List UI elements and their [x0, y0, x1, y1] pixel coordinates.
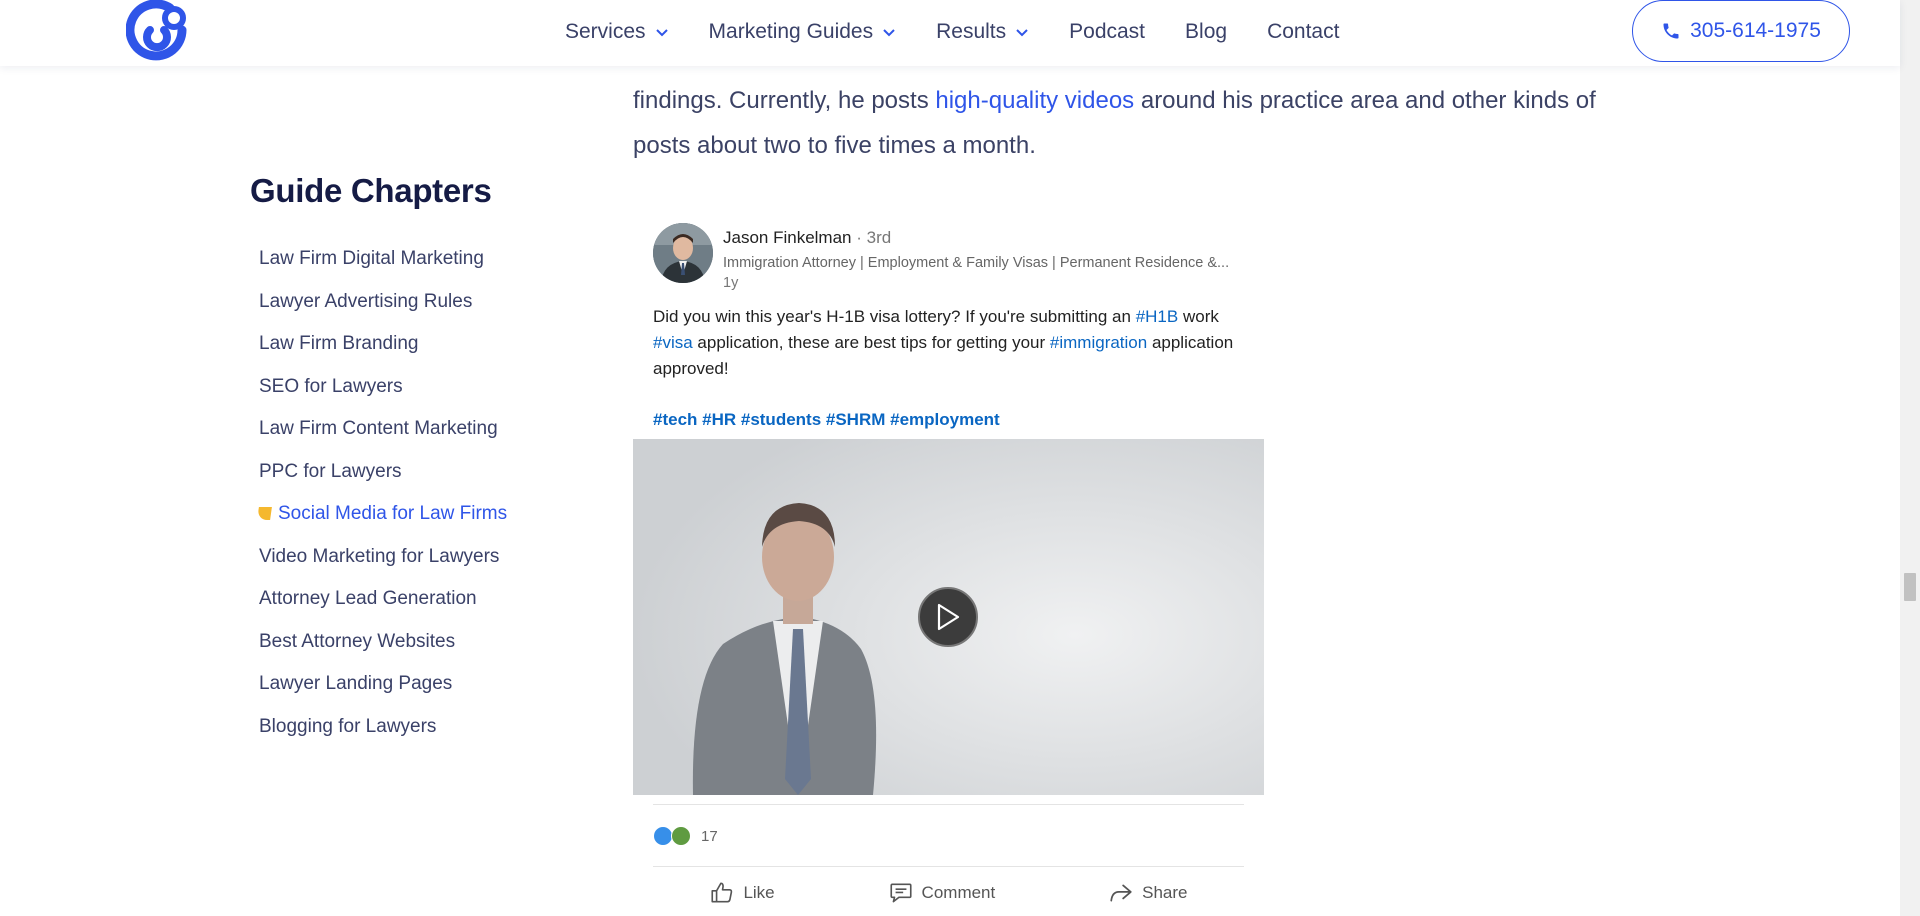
hashtag-link[interactable]: #visa — [653, 333, 693, 352]
chapter-link-active[interactable]: Social Media for Law Firms — [250, 493, 580, 536]
share-label: Share — [1142, 883, 1188, 902]
video-player[interactable] — [633, 439, 1264, 795]
chapter-link[interactable]: Blogging for Lawyers — [250, 706, 580, 749]
share-icon — [1110, 884, 1132, 902]
chapter-link[interactable]: Best Attorney Websites — [250, 621, 580, 664]
chapter-link[interactable]: SEO for Lawyers — [250, 366, 580, 409]
post-text-span: work — [1178, 307, 1219, 326]
nav-services[interactable]: Services — [565, 20, 669, 44]
high-quality-videos-link[interactable]: high-quality videos — [935, 87, 1134, 114]
scrollbar-thumb[interactable] — [1904, 573, 1916, 601]
divider — [653, 866, 1244, 867]
nav-blog-label: Blog — [1185, 20, 1228, 43]
chapter-link[interactable]: Law Firm Digital Marketing — [250, 238, 580, 281]
reactions-summary[interactable]: 17 — [653, 826, 718, 846]
nav-marketing-guides[interactable]: Marketing Guides — [709, 20, 897, 44]
nav-services-label: Services — [565, 20, 646, 43]
site-logo[interactable] — [125, 0, 190, 62]
comment-icon — [889, 883, 912, 903]
post-actions: Like Comment Share — [653, 880, 1244, 906]
nav-podcast-label: Podcast — [1069, 20, 1146, 43]
like-label: Like — [743, 883, 775, 902]
site-header: Services Marketing Guides Results Podcas… — [0, 0, 1900, 66]
phone-button[interactable]: 305-614-1975 — [1632, 0, 1850, 62]
reaction-count: 17 — [701, 827, 718, 845]
article-text-span: findings. Currently, he posts — [633, 87, 936, 114]
post-hashtags[interactable]: #tech #HR #students #SHRM #employment — [653, 410, 1000, 430]
nav-contact[interactable]: Contact — [1267, 20, 1339, 44]
chapter-link[interactable]: PPC for Lawyers — [250, 451, 580, 494]
author-avatar[interactable] — [653, 223, 713, 283]
nav-results-label: Results — [936, 20, 1007, 43]
hashtag-link[interactable]: #immigration — [1050, 333, 1147, 352]
nav-marketing-guides-label: Marketing Guides — [708, 20, 874, 43]
chevron-down-icon — [883, 29, 895, 37]
phone-icon — [1663, 23, 1679, 39]
chevron-down-icon — [655, 29, 668, 37]
guide-chapters-sidebar: Guide Chapters Law Firm Digital Marketin… — [250, 172, 580, 748]
post-body: Did you win this year's H-1B visa lotter… — [653, 304, 1253, 382]
article-line-2: posts about two to five times a month. — [633, 132, 1036, 159]
page-scrollbar[interactable] — [1900, 0, 1920, 916]
comment-label: Comment — [921, 883, 996, 902]
like-button[interactable]: Like — [709, 880, 775, 906]
article-line-1: findings. Currently, he posts high-quali… — [633, 78, 1633, 123]
comment-button[interactable]: Comment — [888, 880, 996, 906]
play-icon — [937, 603, 960, 631]
sidebar-title: Guide Chapters — [250, 172, 492, 209]
active-marker-icon — [257, 507, 272, 520]
nav-podcast[interactable]: Podcast — [1069, 20, 1145, 44]
chapter-link[interactable]: Lawyer Landing Pages — [250, 663, 580, 706]
page: Services Marketing Guides Results Podcas… — [0, 0, 1920, 916]
chapter-link[interactable]: Law Firm Branding — [250, 323, 580, 366]
chapter-link[interactable]: Video Marketing for Lawyers — [250, 536, 580, 579]
divider — [653, 804, 1244, 805]
author-name-row: Jason Finkelman · 3rd — [723, 228, 891, 248]
chapter-link[interactable]: Lawyer Advertising Rules — [250, 281, 580, 324]
nav-blog[interactable]: Blog — [1185, 20, 1227, 44]
hashtag-link[interactable]: #H1B — [1136, 307, 1179, 326]
author-headline: Immigration Attorney | Employment & Fami… — [723, 255, 1230, 271]
phone-number: 305-614-1975 — [1690, 19, 1821, 42]
play-button[interactable] — [918, 587, 978, 647]
post-text-span: Did you win this year's H-1B visa lotter… — [653, 307, 1136, 326]
nav-contact-label: Contact — [1267, 20, 1340, 43]
main-nav: Services Marketing Guides Results Podcas… — [565, 0, 1379, 64]
article-text-span: around his practice area and other kinds… — [1134, 87, 1596, 114]
avatar-image — [653, 223, 713, 283]
author-name[interactable]: Jason Finkelman — [723, 228, 852, 247]
nav-results[interactable]: Results — [936, 20, 1029, 44]
chapter-link-label: Social Media for Law Firms — [278, 503, 508, 524]
celebrate-reaction-icon — [671, 826, 691, 846]
post-text-span: application, these are best tips for get… — [692, 333, 1050, 352]
like-reaction-icon — [653, 826, 673, 846]
logo-icon — [125, 0, 187, 61]
share-button[interactable]: Share — [1108, 880, 1188, 906]
thumbs-up-icon — [711, 882, 733, 903]
connection-degree: · 3rd — [856, 228, 892, 247]
chevron-down-icon — [1016, 29, 1028, 37]
chapter-link[interactable]: Law Firm Content Marketing — [250, 408, 580, 451]
article-paragraph: findings. Currently, he posts high-quali… — [633, 78, 1633, 168]
chapter-link[interactable]: Attorney Lead Generation — [250, 578, 580, 621]
post-age: 1y — [723, 275, 739, 291]
